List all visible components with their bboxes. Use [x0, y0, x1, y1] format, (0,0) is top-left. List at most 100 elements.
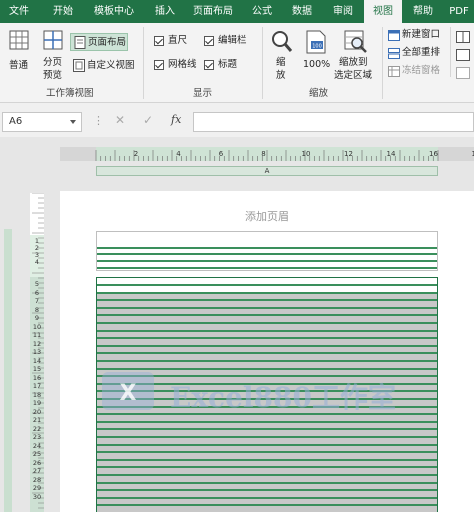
hide-icon[interactable] — [456, 49, 470, 61]
header-rows[interactable] — [96, 231, 438, 271]
ruler-number: 16 — [429, 150, 438, 158]
row-border — [97, 466, 437, 469]
tab-template-center[interactable]: 模板中心 — [88, 0, 140, 23]
row-number[interactable]: 9 — [32, 314, 42, 322]
ruler-number: 14 — [387, 150, 396, 158]
row-number[interactable]: 14 — [32, 357, 42, 365]
row-number[interactable]: 25 — [32, 450, 42, 458]
split-icon[interactable] — [456, 31, 470, 43]
row-number[interactable]: 22 — [32, 425, 42, 433]
zoom-to-selection-label-1: 缩放到 — [339, 57, 368, 68]
row-border — [97, 420, 437, 423]
zoom-group-label: 缩放 — [309, 88, 329, 99]
chevron-down-icon[interactable] — [70, 120, 76, 124]
row-number[interactable]: 27 — [32, 467, 42, 475]
row-border — [97, 267, 437, 269]
zoom-to-selection-label-2: 选定区域 — [334, 70, 373, 81]
row-number[interactable]: 12 — [32, 340, 42, 348]
tab-help[interactable]: 帮助 — [406, 0, 440, 23]
ruler-checkbox[interactable]: 直尺 — [154, 35, 198, 49]
group-divider — [382, 27, 383, 99]
cancel-icon[interactable]: ✕ — [115, 113, 125, 127]
workbook-views-group-label: 工作簿视图 — [46, 88, 94, 99]
svg-text:100: 100 — [312, 44, 322, 50]
tab-file[interactable]: 文件 — [0, 0, 38, 23]
row-number[interactable]: 30 — [32, 493, 42, 501]
row-border — [97, 474, 437, 476]
normal-view-button[interactable]: 普通 — [4, 27, 34, 75]
arrange-all-icon — [388, 48, 400, 59]
formula-input[interactable] — [193, 112, 474, 132]
ruler-number: 6 — [219, 150, 224, 158]
tab-formulas[interactable]: 公式 — [244, 0, 280, 23]
row-number[interactable]: 23 — [32, 433, 42, 441]
row-number[interactable]: 17 — [32, 382, 42, 390]
gridlines-checkbox[interactable]: 网格线 — [154, 59, 204, 73]
zoom-button[interactable]: 缩 放 — [266, 27, 298, 83]
show-group-label: 显示 — [193, 88, 213, 99]
row-border — [97, 329, 437, 332]
row-number[interactable]: 6 — [32, 289, 42, 297]
row-number[interactable]: 8 — [32, 306, 42, 314]
row-number[interactable]: 10 — [32, 323, 42, 331]
headings-checkbox[interactable]: 标题 — [204, 59, 248, 73]
row-border — [97, 496, 437, 499]
row-number[interactable]: 19 — [32, 399, 42, 407]
row-number[interactable]: 16 — [32, 374, 42, 382]
row-border — [97, 489, 437, 492]
row-number[interactable]: 21 — [32, 416, 42, 424]
worksheet-page: 添加页眉 X Excel880工作室 — [60, 191, 474, 512]
zoom-100-button[interactable]: 100 100% — [300, 27, 332, 73]
row-number[interactable]: 13 — [32, 348, 42, 356]
tab-pdf[interactable]: PDF — [444, 0, 474, 23]
magnifier-icon — [272, 31, 293, 52]
group-divider — [262, 27, 263, 99]
watermark-logo-icon: X — [102, 372, 154, 410]
group-divider — [450, 27, 451, 77]
zoom-to-selection-button[interactable]: 缩放到 选定区域 — [334, 27, 378, 83]
watermark: X Excel880工作室 — [96, 366, 438, 416]
ruler-number: 2 — [134, 150, 138, 158]
zoom-100-label: 100% — [303, 59, 331, 70]
insert-function-icon[interactable]: fx — [171, 113, 181, 126]
row-number[interactable]: 20 — [32, 408, 42, 416]
row-number[interactable]: 7 — [32, 297, 42, 305]
formula-bar-check-icon — [204, 36, 214, 46]
ruler-number: 10 — [302, 150, 311, 158]
tab-view[interactable]: 视图 — [364, 0, 402, 23]
row-number[interactable]: 26 — [32, 459, 42, 467]
group-divider — [143, 27, 144, 99]
arrange-all-button[interactable]: 全部重排 — [386, 47, 448, 61]
name-box[interactable]: A6 — [2, 112, 82, 132]
add-header-placeholder[interactable]: 添加页眉 — [60, 208, 474, 224]
row-number[interactable]: 18 — [32, 391, 42, 399]
row-number[interactable]: 4 — [32, 258, 42, 266]
page-break-preview-button[interactable]: 分页 预览 — [38, 27, 68, 83]
ruler-check-icon — [154, 36, 164, 46]
normal-view-icon — [9, 30, 29, 50]
row-number[interactable]: 24 — [32, 442, 42, 450]
ribbon: 普通 分页 预览 页面布局 自定义视图 工作簿视图 直尺 编辑栏 网格线 标题 … — [0, 23, 474, 103]
tab-data[interactable]: 数据 — [284, 0, 320, 23]
tab-page-layout[interactable]: 页面布局 — [188, 0, 238, 23]
row-number[interactable]: 28 — [32, 476, 42, 484]
row-border — [97, 299, 437, 302]
formula-bar: A6 ⋮ ✕ ✓ fx — [0, 103, 474, 137]
ruler-number: 12 — [344, 150, 353, 158]
tab-home[interactable]: 开始 — [44, 0, 82, 23]
page-break-preview-label-1: 分页 — [43, 57, 63, 68]
row-number[interactable]: 5 — [32, 280, 42, 288]
row-number[interactable]: 15 — [32, 365, 42, 373]
formula-bar-checkbox[interactable]: 编辑栏 — [204, 35, 256, 49]
freeze-panes-button[interactable]: 冻结窗格 ⌄ — [386, 65, 466, 79]
new-window-button[interactable]: 新建窗口 — [386, 29, 448, 43]
row-number[interactable]: 11 — [32, 331, 42, 339]
enter-icon[interactable]: ✓ — [143, 113, 153, 127]
page-layout-view-button[interactable]: 页面布局 — [70, 33, 128, 51]
column-header-a[interactable]: A — [96, 166, 438, 176]
tab-review[interactable]: 审阅 — [324, 0, 362, 23]
unhide-icon[interactable] — [456, 67, 470, 79]
tab-insert[interactable]: 插入 — [146, 0, 184, 23]
custom-views-button[interactable]: 自定义视图 — [70, 57, 140, 75]
row-number[interactable]: 29 — [32, 484, 42, 492]
